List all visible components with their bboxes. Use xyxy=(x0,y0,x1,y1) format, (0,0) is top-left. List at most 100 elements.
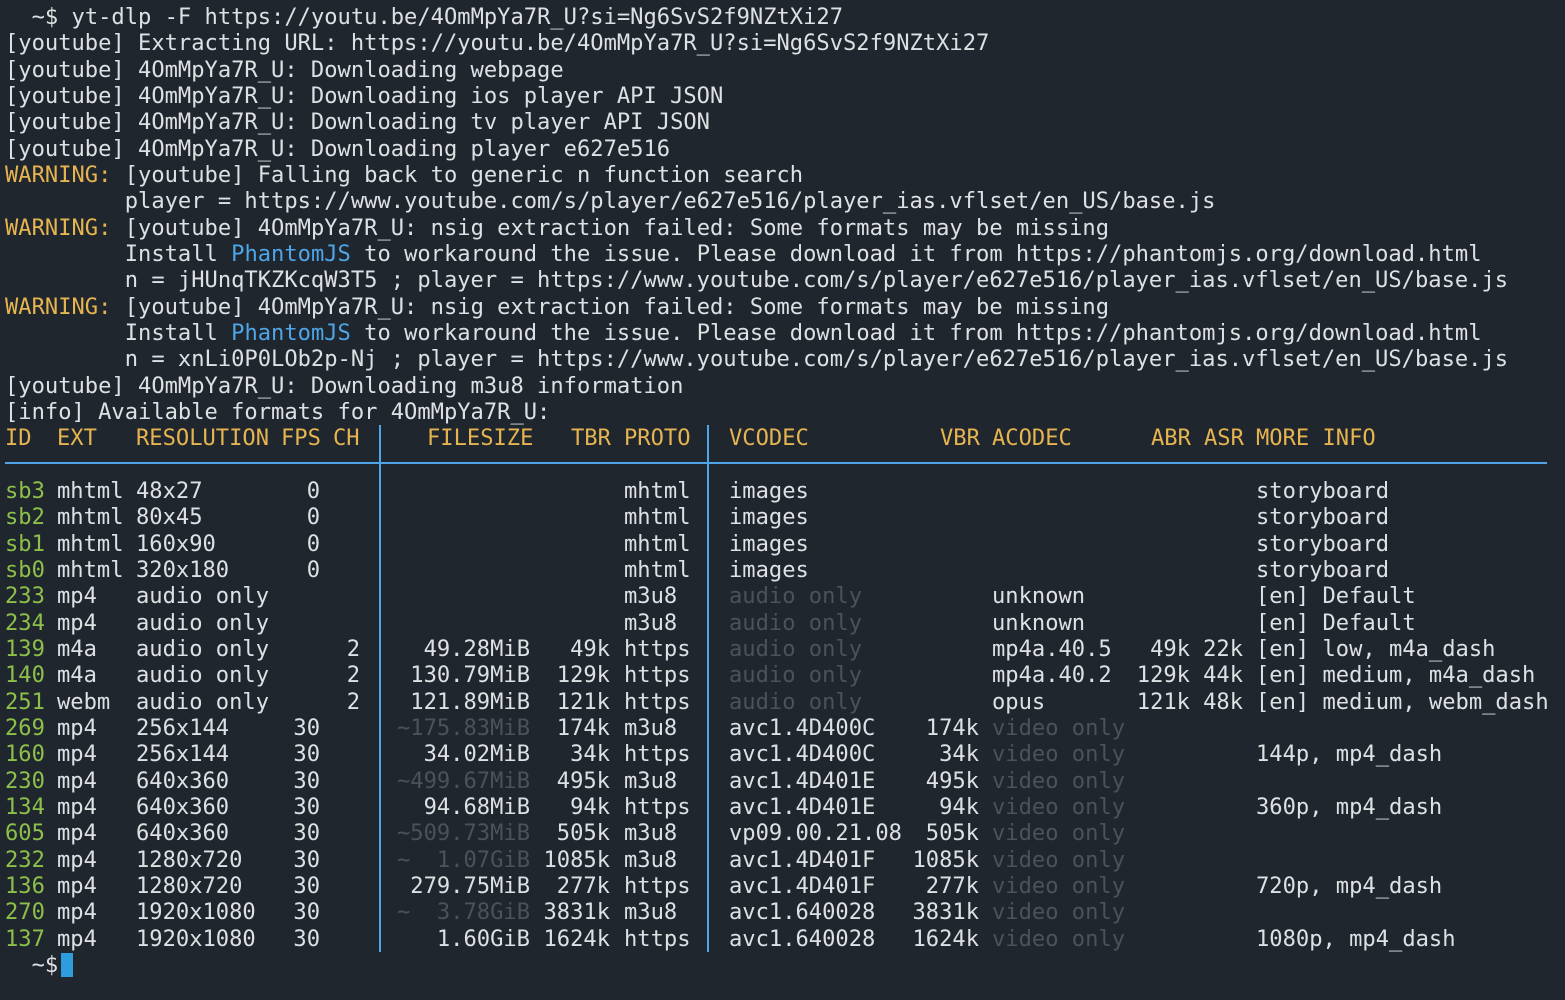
column-separator xyxy=(379,636,381,663)
cell-vcodec: avc1.4D400C xyxy=(729,715,876,741)
cell-vcodec: audio only xyxy=(729,662,863,689)
cell-proto: m3u8 xyxy=(624,899,678,926)
cell-id: 136 xyxy=(5,873,45,899)
column-separator xyxy=(707,583,709,610)
cell-fps: 30 xyxy=(293,767,320,794)
format-row: sb3 mhtml 48x27 0 mhtml images storyboard xyxy=(0,478,1565,505)
cell-id: 140 xyxy=(5,662,45,689)
col-header-proto: PROTO xyxy=(624,425,691,452)
col-header-tbr: TBR xyxy=(571,425,611,452)
cell-ext: m4a xyxy=(57,636,97,662)
col-header-vcodec: VCODEC xyxy=(729,425,809,452)
cell-filesize: 279.75MiB xyxy=(410,873,530,899)
log-line: n = xnLi0P0LOb2p-Nj ; player = https://w… xyxy=(5,346,1509,373)
cell-proto: m3u8 xyxy=(624,846,678,873)
cell-ch: 2 xyxy=(346,688,360,715)
cell-acodec: video only xyxy=(992,741,1126,768)
cell-proto: m3u8 xyxy=(624,609,678,636)
format-row: sb1 mhtml 160x90 0 mhtml images storyboard xyxy=(0,530,1565,558)
cell-ext: mhtml xyxy=(57,504,124,531)
cell-ext: webm xyxy=(57,688,111,715)
cell-id: sb3 xyxy=(5,478,45,504)
phantomjs-link[interactable]: PhantomJS xyxy=(231,320,351,346)
cell-tbr: 121k xyxy=(556,688,610,715)
cell-tbr: 3831k xyxy=(543,899,610,926)
cell-resolution: 1280x720 xyxy=(136,873,243,899)
cell-filesize: ~509.73MiB xyxy=(396,820,530,847)
cell-id: 230 xyxy=(5,767,45,794)
cell-more-info: storyboard xyxy=(1256,557,1390,583)
cell-resolution: 640x360 xyxy=(136,820,230,847)
cell-resolution: audio only xyxy=(136,609,270,636)
cell-proto: https xyxy=(624,741,691,768)
cell-fps: 0 xyxy=(306,530,320,557)
shell-prompt-line[interactable]: ~$ xyxy=(5,952,74,978)
cell-acodec: video only xyxy=(992,925,1126,952)
cell-resolution: 1280x720 xyxy=(136,846,243,873)
cell-more-info: [en] Default xyxy=(1256,583,1416,610)
cell-filesize: 34.02MiB xyxy=(423,741,530,768)
cell-resolution: 256x144 xyxy=(136,741,230,768)
cell-resolution: 640x360 xyxy=(136,794,230,820)
terminal-window[interactable]: ~$ yt-dlp -F https://youtu.be/4OmMpYa7R_… xyxy=(0,0,1565,1000)
log-line: n = jHUnqTKZKcqW3T5 ; player = https://w… xyxy=(5,267,1509,294)
cell-abr: 121k xyxy=(1136,688,1190,715)
shell-prompt: ~$ xyxy=(5,952,59,978)
cell-vbr: 34k xyxy=(939,741,979,768)
format-row: 233 mp4 audio only m3u8 audio only unknown [en… xyxy=(0,583,1565,610)
cell-vcodec: audio only xyxy=(729,636,863,662)
log-line: [youtube] Extracting URL: https://youtu.… xyxy=(5,30,990,57)
cell-tbr: 129k xyxy=(556,662,610,689)
column-separator xyxy=(707,899,709,926)
cell-id: sb2 xyxy=(5,504,45,531)
column-separator xyxy=(707,741,709,768)
cell-proto: m3u8 xyxy=(624,767,678,794)
log-line: [youtube] 4OmMpYa7R_U: Downloading m3u8 … xyxy=(5,372,684,399)
cell-vbr: 1085k xyxy=(912,846,979,873)
cell-vcodec: audio only xyxy=(729,688,863,715)
cell-id: 232 xyxy=(5,846,45,873)
cell-fps: 0 xyxy=(306,557,320,583)
cell-filesize: ~ 3.78GiB xyxy=(396,899,530,926)
cell-vcodec: images xyxy=(729,557,809,583)
phantomjs-link[interactable]: PhantomJS xyxy=(231,241,351,267)
cell-acodec: unknown xyxy=(992,609,1086,636)
column-separator xyxy=(379,715,381,742)
cell-more-info: storyboard xyxy=(1256,530,1390,557)
cell-abr: 129k xyxy=(1136,662,1190,689)
cell-filesize: 1.60GiB xyxy=(436,925,530,952)
column-separator xyxy=(379,741,381,768)
format-row: 270 mp4 1920x1080 30 ~ 3.78GiB 3831k m3u8 avc1.… xyxy=(0,899,1565,926)
column-separator xyxy=(379,609,381,636)
command-line: ~$ yt-dlp -F https://youtu.be/4OmMpYa7R_… xyxy=(5,4,843,30)
cell-more-info: 360p, mp4_dash xyxy=(1256,794,1443,820)
cell-vcodec: vp09.00.21.08 xyxy=(729,820,902,847)
column-separator xyxy=(707,636,709,663)
cell-vcodec: avc1.4D401E xyxy=(729,794,876,820)
cell-asr: 22k xyxy=(1203,636,1243,662)
column-separator xyxy=(379,530,381,558)
cell-ext: mp4 xyxy=(57,741,97,768)
warning-line: WARNING: [youtube] 4OmMpYa7R_U: nsig ext… xyxy=(5,214,1110,241)
cell-resolution: audio only xyxy=(136,688,270,715)
cell-more-info: 1080p, mp4_dash xyxy=(1256,925,1456,952)
column-separator xyxy=(379,873,381,900)
cell-id: 234 xyxy=(5,609,45,636)
column-separator xyxy=(707,794,709,821)
col-header-more-info: MORE INFO xyxy=(1256,425,1376,452)
column-separator xyxy=(707,767,709,794)
column-separator xyxy=(379,846,381,873)
warning-label: WARNING: xyxy=(5,293,112,320)
cell-tbr: 174k xyxy=(556,715,610,741)
column-separator xyxy=(707,715,709,742)
install-hint-line: Install PhantomJS to workaround the issu… xyxy=(5,241,1482,267)
format-row: 251 webm audio only 2 121.89MiB 121k https audi… xyxy=(0,688,1565,715)
cell-ext: mp4 xyxy=(57,794,97,820)
cell-ext: mp4 xyxy=(57,583,97,610)
cell-ext: mp4 xyxy=(57,899,97,926)
cell-resolution: audio only xyxy=(136,662,270,689)
cell-ext: mp4 xyxy=(57,767,97,794)
cell-fps: 30 xyxy=(293,846,320,873)
cell-resolution: 640x360 xyxy=(136,767,230,794)
cell-tbr: 495k xyxy=(556,767,610,794)
